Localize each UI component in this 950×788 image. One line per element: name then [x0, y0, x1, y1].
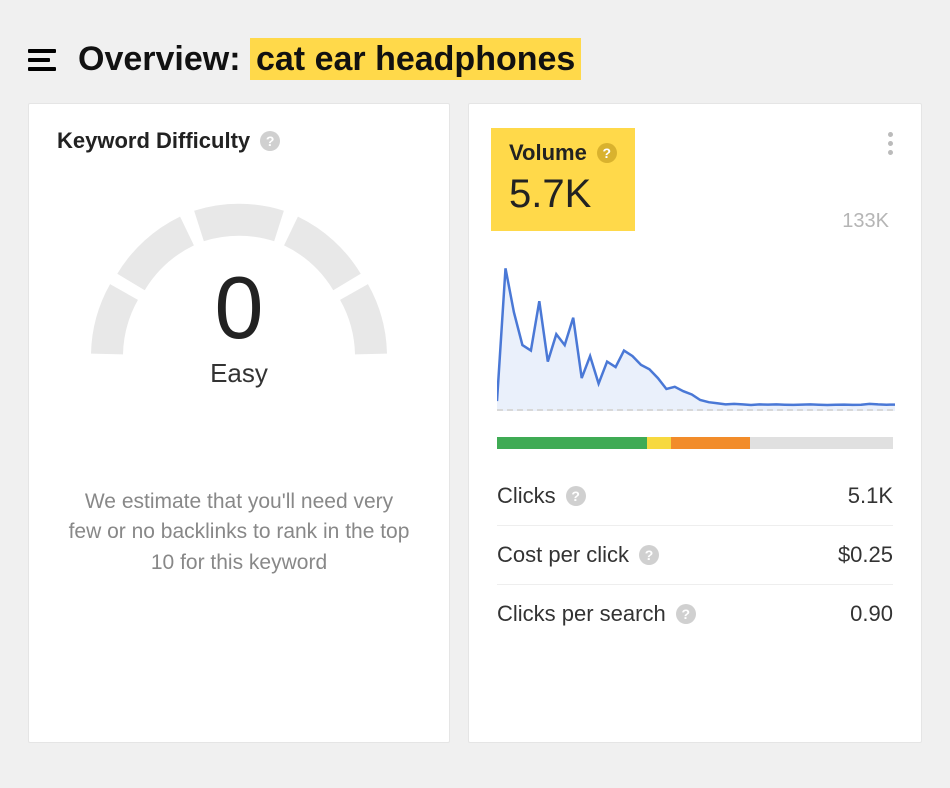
stat-row: Clicks per search? 0.90: [497, 584, 893, 643]
keyword-highlight: cat ear headphones: [250, 38, 581, 80]
stat-label: Clicks per search?: [497, 601, 696, 627]
kd-description: We estimate that you'll need very few or…: [57, 487, 421, 578]
stat-label-text: Cost per click: [497, 542, 629, 568]
stat-value: 0.90: [850, 601, 893, 627]
kd-label: Easy: [210, 358, 268, 389]
stat-row: Cost per click? $0.25: [497, 525, 893, 584]
stat-label: Clicks?: [497, 483, 586, 509]
diff-segment: [750, 437, 893, 449]
diff-segment: [671, 437, 750, 449]
volume-value: 5.7K: [509, 172, 617, 217]
stat-row: Clicks? 5.1K: [497, 467, 893, 525]
difficulty-distribution-bar: [497, 437, 893, 449]
volume-label: Volume: [509, 140, 587, 166]
keyword-difficulty-card: Keyword Difficulty ? 0 Easy We estimate …: [28, 103, 450, 743]
diff-segment: [497, 437, 647, 449]
volume-trend-chart: [497, 259, 893, 429]
help-icon[interactable]: ?: [260, 131, 280, 151]
help-icon[interactable]: ?: [597, 143, 617, 163]
peak-value: 133K: [842, 210, 889, 233]
kd-title: Keyword Difficulty ?: [57, 128, 421, 154]
help-icon[interactable]: ?: [639, 545, 659, 565]
stats-list: Clicks? 5.1K Cost per click? $0.25 Clicks pe…: [497, 467, 893, 643]
stat-label: Cost per click?: [497, 542, 659, 568]
title-prefix: Overview:: [78, 40, 250, 78]
help-icon[interactable]: ?: [676, 604, 696, 624]
stat-label-text: Clicks per search: [497, 601, 666, 627]
page-title: Overview: cat ear headphones: [78, 40, 581, 79]
stat-value: 5.1K: [848, 483, 893, 509]
menu-icon[interactable]: [28, 49, 56, 71]
kd-title-text: Keyword Difficulty: [57, 128, 250, 154]
stat-value: $0.25: [838, 542, 893, 568]
kd-score: 0: [215, 264, 264, 352]
stat-label-text: Clicks: [497, 483, 556, 509]
help-icon[interactable]: ?: [566, 486, 586, 506]
chart-baseline: [497, 409, 893, 411]
diff-segment: [647, 437, 671, 449]
more-menu-icon[interactable]: [888, 132, 893, 155]
volume-badge: Volume ? 5.7K: [491, 128, 635, 231]
volume-card: Volume ? 5.7K 133K Clicks? 5.1K Cost per c…: [468, 103, 922, 743]
